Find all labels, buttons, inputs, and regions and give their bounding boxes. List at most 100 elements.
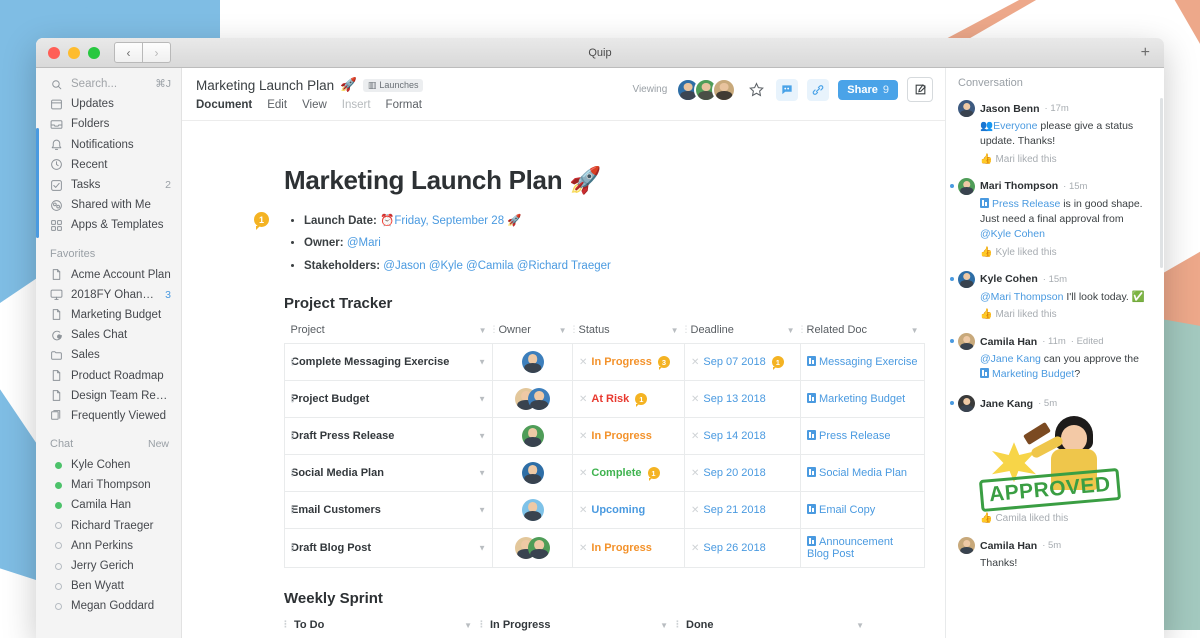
chat-contact-mari-thompson[interactable]: Mari Thompson [36, 475, 181, 495]
nav-buttons[interactable]: ‹ › [114, 42, 171, 63]
share-button[interactable]: Share 9 [838, 80, 898, 100]
avatar[interactable] [522, 425, 544, 447]
avatar[interactable] [528, 388, 550, 410]
message-mention[interactable]: @Jane Kang [980, 353, 1041, 365]
avatar[interactable] [958, 178, 975, 195]
sidebar-scroll-indicator[interactable] [36, 128, 39, 238]
kanban-column-header-to-do[interactable]: ⋮To Do▼ [284, 619, 472, 631]
clear-icon[interactable]: ✕ [579, 543, 587, 554]
cell-status[interactable]: ✕In Progress [573, 418, 685, 455]
avatar[interactable] [522, 351, 544, 373]
chevron-down-icon[interactable]: ▼ [787, 326, 795, 335]
cell-status[interactable]: ✕Upcoming [573, 492, 685, 529]
cell-status[interactable]: ✕At Risk1 [573, 381, 685, 418]
related-doc-link[interactable]: Email Copy [819, 504, 875, 516]
link-icon[interactable] [807, 79, 829, 101]
minimize-button[interactable] [68, 47, 80, 59]
sidebar-item-frequently-viewed[interactable]: Frequently Viewed [36, 406, 181, 426]
message-mention[interactable]: 👥Everyone [980, 120, 1037, 132]
clear-icon[interactable]: ✕ [691, 431, 699, 442]
sidebar-item-design-team-review[interactable]: Design Team Review [36, 386, 181, 406]
clear-icon[interactable]: ✕ [579, 357, 587, 368]
table-row[interactable]: ⋮Draft Press Release▼ ✕In Progress✕Sep 14… [285, 418, 925, 455]
cell-related-doc[interactable]: Email Copy [801, 492, 925, 529]
avatar[interactable] [522, 462, 544, 484]
avatar[interactable] [712, 78, 736, 102]
chevron-down-icon[interactable]: ▼ [478, 469, 486, 478]
cell-owner[interactable] [493, 418, 573, 455]
cell-owner[interactable] [493, 344, 573, 381]
sidebar-item-tasks[interactable]: Tasks2 [36, 175, 181, 195]
column-grip[interactable]: ⋮ [477, 619, 485, 630]
related-doc-link[interactable]: Marketing Budget [819, 393, 905, 405]
avatar[interactable] [958, 271, 975, 288]
chevron-down-icon[interactable]: ▼ [856, 621, 864, 630]
avatar[interactable] [958, 395, 975, 412]
chat-contact-ann-perkins[interactable]: Ann Perkins [36, 536, 181, 556]
clear-icon[interactable]: ✕ [579, 394, 587, 405]
chevron-down-icon[interactable]: ▼ [478, 358, 486, 367]
chevron-down-icon[interactable]: ▼ [911, 326, 919, 335]
message-mention[interactable]: Press Release [980, 198, 1060, 210]
message-tail-doc[interactable]: Marketing Budget [980, 368, 1074, 380]
page-title[interactable]: Marketing Launch Plan [196, 78, 334, 93]
column-grip[interactable]: ⋮ [798, 324, 806, 335]
sidebar-item-recent[interactable]: Recent [36, 155, 181, 175]
related-doc-link[interactable]: Press Release [819, 430, 891, 442]
folder-tag[interactable]: ▥ Launches [363, 79, 424, 92]
cell-related-doc[interactable]: Messaging Exercise [801, 344, 925, 381]
sidebar-item-acme-account-plan[interactable]: Acme Account Plan [36, 265, 181, 285]
cell-deadline[interactable]: ✕Sep 14 2018 [685, 418, 801, 455]
conversation-message[interactable]: Camila Han· 11m· Edited@Jane Kang can yo… [946, 326, 1164, 388]
cell-status[interactable]: ✕Complete1 [573, 455, 685, 492]
clear-icon[interactable]: ✕ [691, 468, 699, 479]
menu-item-format[interactable]: Format [386, 99, 422, 111]
conversation-message[interactable]: Jane Kang· 5mAPPROVED👍Camila liked this [946, 388, 1164, 530]
chevron-down-icon[interactable]: ▼ [478, 395, 486, 404]
cell-related-doc[interactable]: Announcement Blog Post [801, 529, 925, 568]
bullet-value[interactable]: ⏰Friday, September 28 🚀 [380, 215, 522, 227]
forward-button[interactable]: › [143, 42, 171, 63]
conversation-message[interactable]: Jason Benn· 17m👥Everyone please give a s… [946, 93, 1164, 171]
sidebar-item-folders[interactable]: Folders [36, 114, 181, 134]
sidebar-item-search[interactable]: Search...⌘J [36, 74, 181, 94]
avatar[interactable] [958, 100, 975, 117]
row-grip-icon[interactable]: ⋮ [288, 359, 297, 365]
chat-contact-ben-wyatt[interactable]: Ben Wyatt [36, 576, 181, 596]
message-tail-mention[interactable]: @Kyle Cohen [980, 228, 1045, 240]
comment-badge[interactable]: 1 [254, 212, 269, 227]
related-doc-link[interactable]: Messaging Exercise [819, 356, 917, 368]
column-grip[interactable]: ⋮ [682, 324, 690, 335]
cell-project[interactable]: ⋮Draft Press Release▼ [285, 418, 493, 455]
compose-icon[interactable] [907, 77, 933, 102]
clear-icon[interactable]: ✕ [691, 543, 699, 554]
sidebar-item-notifications[interactable]: Notifications [36, 135, 181, 155]
cell-owner[interactable] [493, 492, 573, 529]
avatar[interactable] [958, 537, 975, 554]
sidebar-item-product-roadmap[interactable]: Product Roadmap [36, 365, 181, 385]
comments-icon[interactable] [776, 79, 798, 101]
cell-owner[interactable] [493, 529, 573, 568]
cell-project[interactable]: ⋮Social Media Plan▼ [285, 455, 493, 492]
chevron-down-icon[interactable]: ▼ [660, 621, 668, 630]
chat-contact-camila-han[interactable]: Camila Han [36, 495, 181, 515]
menu-item-view[interactable]: View [302, 99, 327, 111]
avatar[interactable] [528, 537, 550, 559]
window-controls[interactable] [48, 47, 100, 59]
column-header-deadline[interactable]: ⋮Deadline▼ [685, 324, 801, 344]
row-grip-icon[interactable]: ⋮ [288, 545, 297, 551]
chat-contact-richard-traeger[interactable]: Richard Traeger [36, 516, 181, 536]
column-grip[interactable]: ⋮ [281, 619, 289, 630]
kanban-column-header-in-progress[interactable]: ⋮In Progress▼ [480, 619, 668, 631]
cell-deadline[interactable]: ✕Sep 26 2018 [685, 529, 801, 568]
chat-contact-kyle-cohen[interactable]: Kyle Cohen [36, 455, 181, 475]
menu-item-insert[interactable]: Insert [342, 99, 371, 111]
related-doc-link[interactable]: Announcement Blog Post [807, 536, 893, 560]
table-row[interactable]: ⋮Complete Messaging Exercise▼✕In Progres… [285, 344, 925, 381]
cell-related-doc[interactable]: Marketing Budget [801, 381, 925, 418]
sidebar-item-shared-with-me[interactable]: Shared with Me [36, 195, 181, 215]
related-doc-link[interactable]: Social Media Plan [819, 467, 907, 479]
column-header-status[interactable]: ⋮Status▼ [573, 324, 685, 344]
comment-badge[interactable]: 1 [635, 393, 647, 405]
sidebar-item-updates[interactable]: Updates [36, 94, 181, 114]
